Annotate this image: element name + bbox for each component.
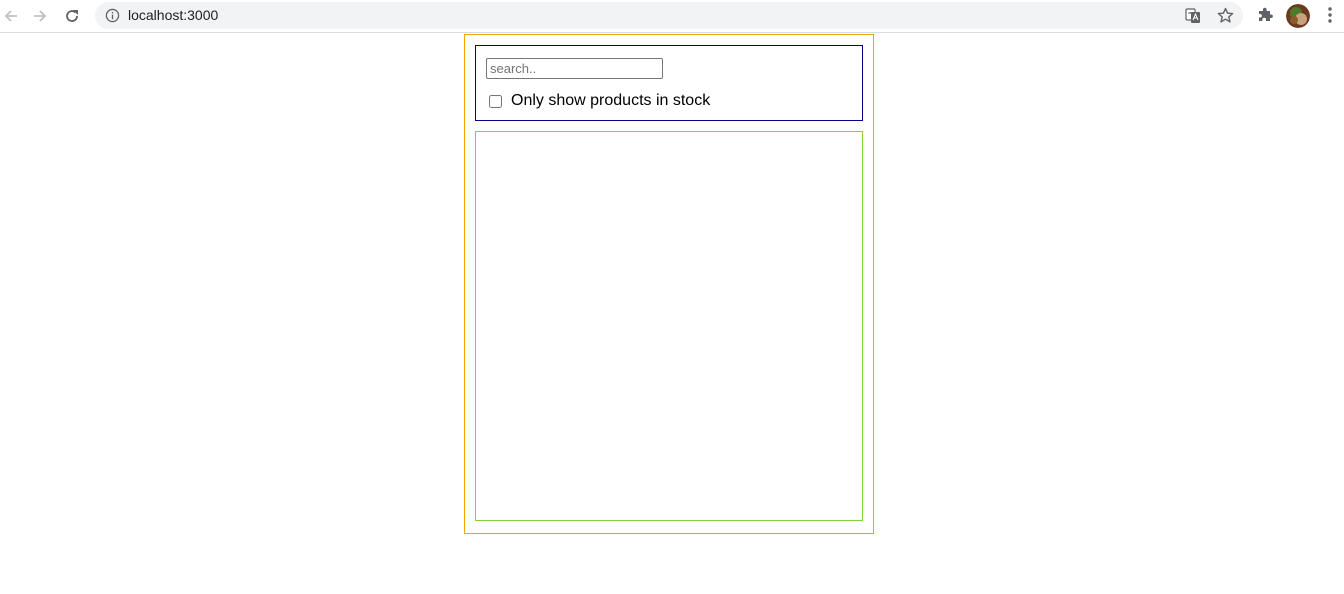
forward-arrow-icon: [34, 10, 47, 22]
puzzle-icon[interactable]: [1257, 6, 1274, 23]
star-icon[interactable]: [1217, 7, 1234, 24]
stock-filter[interactable]: Only show products in stock: [489, 92, 710, 110]
kebab-menu-icon[interactable]: [1322, 6, 1338, 24]
product-table: [475, 131, 863, 521]
in-stock-checkbox[interactable]: [489, 94, 502, 108]
search-input[interactable]: [486, 58, 663, 79]
address-bar[interactable]: localhost:3000: [95, 2, 1243, 29]
in-stock-label[interactable]: Only show products in stock: [511, 92, 710, 110]
filterable-product-table: Only show products in stock: [464, 34, 874, 534]
info-icon[interactable]: [105, 8, 120, 23]
avatar[interactable]: [1286, 4, 1310, 28]
back-button[interactable]: [0, 5, 22, 27]
url-text[interactable]: localhost:3000: [128, 8, 218, 23]
back-arrow-icon: [4, 10, 17, 22]
translate-icon[interactable]: [1185, 8, 1201, 24]
profile-picture-icon: [1286, 4, 1310, 28]
reload-icon: [66, 10, 78, 22]
reload-button[interactable]: [61, 5, 83, 27]
forward-button[interactable]: [29, 5, 51, 27]
search-bar: Only show products in stock: [475, 45, 863, 121]
browser-toolbar: localhost:3000: [0, 0, 1344, 33]
